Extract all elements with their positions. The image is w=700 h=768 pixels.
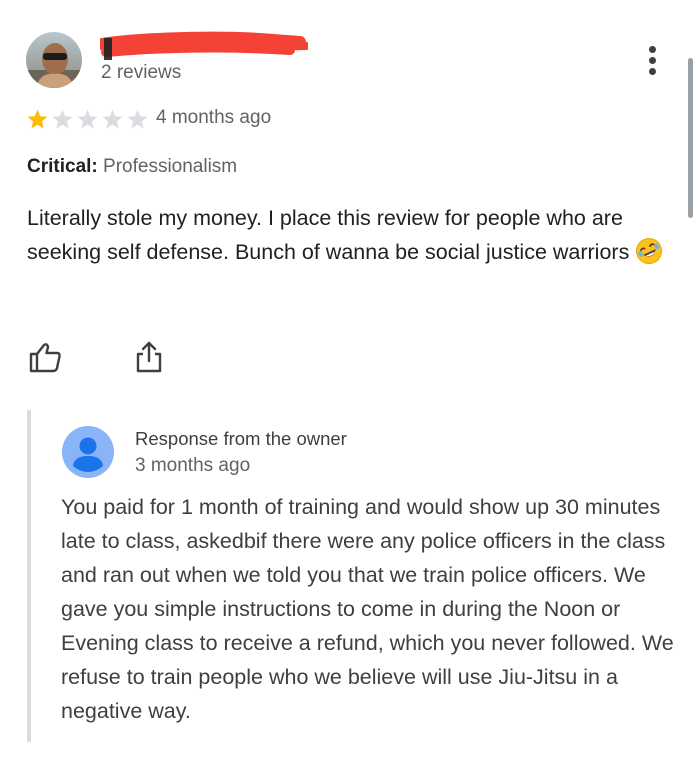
star-rating	[25, 107, 150, 133]
owner-response-title: Response from the owner	[135, 428, 347, 449]
review-card: 2 reviews 4 months ago Critical: Profess…	[0, 0, 700, 768]
critical-label: Critical:	[27, 156, 98, 177]
owner-response-time: 3 months ago	[135, 455, 251, 476]
star-empty-icon	[77, 109, 98, 129]
owner-response-text: You paid for 1 month of training and wou…	[61, 495, 674, 723]
review-count[interactable]: 2 reviews	[101, 62, 181, 84]
share-button[interactable]	[134, 340, 164, 374]
person-icon	[62, 426, 114, 478]
redacted-name	[96, 30, 310, 66]
review-text: Literally stole my money. I place this r…	[27, 206, 630, 264]
star-empty-icon	[52, 109, 73, 129]
avatar-photo-icon	[26, 32, 82, 88]
critical-value: Professionalism	[103, 156, 238, 177]
star-filled-icon	[27, 109, 48, 129]
share-icon	[136, 341, 162, 373]
review-body: Literally stole my money. I place this r…	[27, 201, 677, 269]
owner-response: Response from the owner 3 months ago You…	[27, 410, 681, 742]
thumb-up-icon	[29, 343, 61, 373]
rolling-on-floor-laughing-emoji	[636, 238, 663, 264]
like-button[interactable]	[28, 340, 62, 374]
more-vert-icon[interactable]	[640, 40, 664, 80]
star-empty-icon	[127, 109, 148, 129]
scrollbar[interactable]	[688, 58, 693, 218]
star-empty-icon	[102, 109, 123, 129]
critical-attribute: Critical: Professionalism	[27, 156, 237, 178]
review-time: 4 months ago	[156, 107, 272, 128]
owner-avatar	[62, 426, 114, 478]
reviewer-avatar[interactable]	[26, 32, 82, 88]
